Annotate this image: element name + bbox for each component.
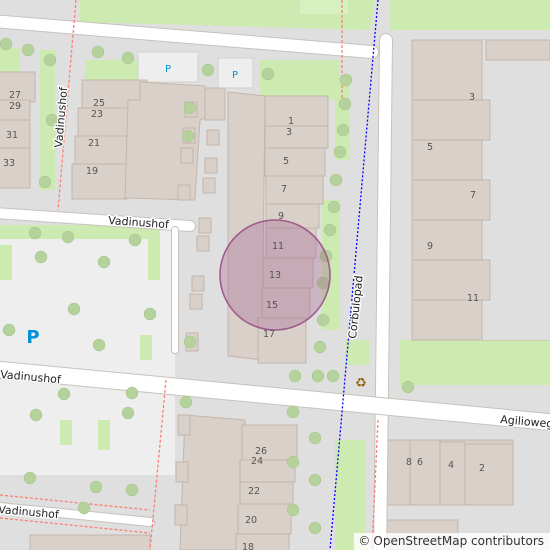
house-number: 7 [281, 184, 287, 195]
house-number: 18 [242, 542, 254, 550]
house-number: 2 [479, 463, 485, 474]
parking-label: P [165, 64, 171, 75]
house-number: 6 [417, 457, 423, 468]
house-number: 3 [286, 127, 292, 138]
house-number: 31 [6, 130, 18, 141]
house-number: 5 [283, 156, 289, 167]
house-number: 21 [88, 138, 100, 149]
map-canvas[interactable]: P P P ♻ 27 29 31 33 25 23 21 19 1 3 5 7 … [0, 0, 550, 550]
house-number: 33 [3, 158, 15, 169]
copyright-symbol: © [358, 534, 371, 548]
house-number: 23 [91, 109, 103, 120]
house-number: 22 [248, 486, 260, 497]
house-number: 20 [245, 515, 257, 526]
house-number: 7 [470, 190, 476, 201]
house-number: 15 [266, 300, 278, 311]
house-number: 27 [9, 90, 21, 101]
house-number: 4 [448, 460, 454, 471]
house-number: 3 [469, 92, 475, 103]
recycling-icon[interactable]: ♻ [355, 376, 367, 391]
house-number: 1 [288, 116, 294, 127]
parking-icon: P [26, 327, 39, 348]
house-number: 13 [269, 270, 281, 281]
house-number: 19 [86, 166, 98, 177]
map-view[interactable]: P P P ♻ 27 29 31 33 25 23 21 19 1 3 5 7 … [0, 0, 550, 550]
house-number: 11 [467, 293, 479, 304]
house-number: 9 [278, 211, 284, 222]
house-number: 9 [427, 241, 433, 252]
house-number: 5 [427, 142, 433, 153]
house-number: 8 [406, 457, 412, 468]
house-number: 25 [93, 98, 105, 109]
svg-text:♻: ♻ [355, 376, 367, 391]
house-number: 11 [272, 241, 284, 252]
map-attribution[interactable]: © OpenStreetMap contributors [354, 533, 550, 550]
attribution-link[interactable]: OpenStreetMap contributors [373, 534, 544, 548]
house-number: 17 [263, 329, 275, 340]
house-number: 24 [251, 456, 263, 467]
parking-label: P [232, 70, 238, 81]
house-number: 29 [9, 101, 21, 112]
